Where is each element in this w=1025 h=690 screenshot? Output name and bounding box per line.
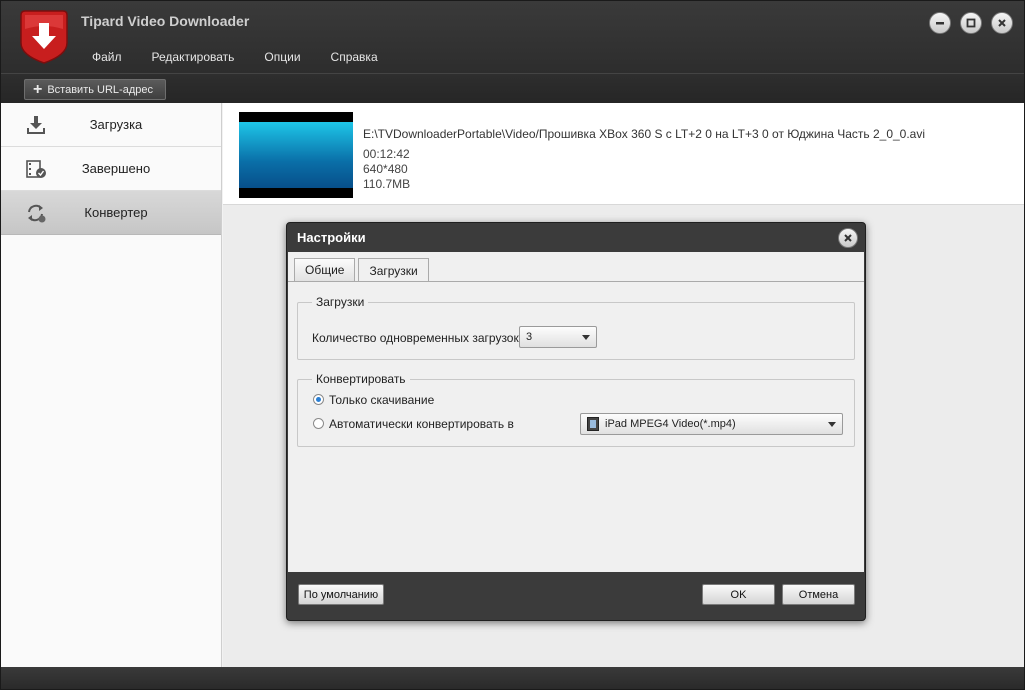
- download-only-radio[interactable]: [313, 394, 324, 405]
- sidebar-item-label: Конвертер: [84, 205, 148, 220]
- sidebar: Загрузка Завершено Конвертер: [1, 103, 222, 667]
- file-path: E:\TVDownloaderPortable\Video/Прошивка X…: [363, 127, 926, 141]
- downloads-group-label: Загрузки: [312, 295, 369, 309]
- dialog-footer: По умолчанию OK Отмена: [288, 572, 864, 619]
- paste-url-label: Вставить URL-адрес: [47, 83, 153, 96]
- defaults-button[interactable]: По умолчанию: [298, 584, 384, 605]
- auto-convert-radio[interactable]: [313, 418, 324, 429]
- minimize-button[interactable]: [929, 12, 951, 34]
- concurrent-downloads-value: 3: [526, 331, 533, 343]
- menu-options[interactable]: Опции: [249, 45, 315, 71]
- tab-general[interactable]: Общие: [294, 258, 356, 281]
- sidebar-item-label: Загрузка: [89, 117, 143, 132]
- convert-format-value: iPad MPEG4 Video(*.mp4): [605, 418, 736, 430]
- file-resolution: 640*480: [363, 162, 408, 176]
- ok-button[interactable]: OK: [702, 584, 775, 605]
- sidebar-item-label: Завершено: [81, 161, 151, 176]
- dialog-close-button[interactable]: [838, 228, 858, 248]
- film-check-icon: [26, 160, 46, 178]
- title-bar: Tipard Video Downloader Файл Редактирова…: [1, 1, 1024, 73]
- convert-icon: [28, 204, 46, 223]
- chevron-down-icon: [828, 422, 836, 427]
- tab-bar: Общие Загрузки: [294, 258, 429, 282]
- toolbar: + Вставить URL-адрес: [1, 73, 1024, 103]
- app-logo-icon: [20, 10, 68, 64]
- minimize-icon: [936, 22, 944, 25]
- maximize-button[interactable]: [960, 12, 982, 34]
- menu-help[interactable]: Справка: [316, 45, 393, 71]
- cancel-button[interactable]: Отмена: [782, 584, 855, 605]
- menu-bar: Файл Редактировать Опции Справка: [77, 45, 393, 71]
- chevron-down-icon: [582, 335, 590, 340]
- maximize-icon: [966, 18, 976, 28]
- convert-group: Конвертировать Только скачивание Автомат…: [297, 372, 855, 447]
- tab-panel-downloads: Загрузки Количество одновременных загруз…: [288, 282, 864, 572]
- auto-convert-label[interactable]: Автоматически конвертировать в: [329, 417, 514, 431]
- tab-downloads[interactable]: Загрузки: [358, 258, 429, 282]
- paste-url-button[interactable]: + Вставить URL-адрес: [24, 79, 166, 100]
- download-icon: [27, 116, 45, 134]
- video-thumbnail: [239, 112, 353, 198]
- close-icon: [998, 19, 1006, 27]
- downloads-group: Загрузки Количество одновременных загруз…: [297, 295, 855, 360]
- close-button[interactable]: [991, 12, 1013, 34]
- sidebar-item-converter[interactable]: Конвертер: [1, 191, 221, 235]
- download-only-label[interactable]: Только скачивание: [329, 393, 434, 407]
- settings-dialog: Настройки Общие Загрузки Загрузки Количе…: [286, 222, 866, 621]
- app-window: Tipard Video Downloader Файл Редактирова…: [0, 0, 1025, 690]
- concurrent-downloads-select[interactable]: 3: [519, 326, 597, 348]
- file-size: 110.7MB: [363, 177, 411, 191]
- menu-file[interactable]: Файл: [77, 45, 137, 71]
- sidebar-item-completed[interactable]: Завершено: [1, 147, 221, 191]
- convert-group-label: Конвертировать: [312, 372, 410, 386]
- app-title: Tipard Video Downloader: [81, 13, 250, 29]
- dialog-title: Настройки: [297, 230, 366, 245]
- dialog-body: Общие Загрузки Загрузки Количество однов…: [288, 252, 864, 572]
- ipad-icon: [587, 417, 599, 431]
- file-duration: 00:12:42: [363, 147, 410, 161]
- status-bar: [1, 667, 1024, 689]
- close-icon: [844, 234, 852, 242]
- plus-icon: +: [33, 80, 43, 98]
- sidebar-item-download[interactable]: Загрузка: [1, 103, 221, 147]
- convert-format-select[interactable]: iPad MPEG4 Video(*.mp4): [580, 413, 843, 435]
- concurrent-downloads-label: Количество одновременных загрузок:: [312, 331, 523, 345]
- menu-edit[interactable]: Редактировать: [137, 45, 250, 71]
- file-row[interactable]: E:\TVDownloaderPortable\Video/Прошивка X…: [223, 103, 1024, 205]
